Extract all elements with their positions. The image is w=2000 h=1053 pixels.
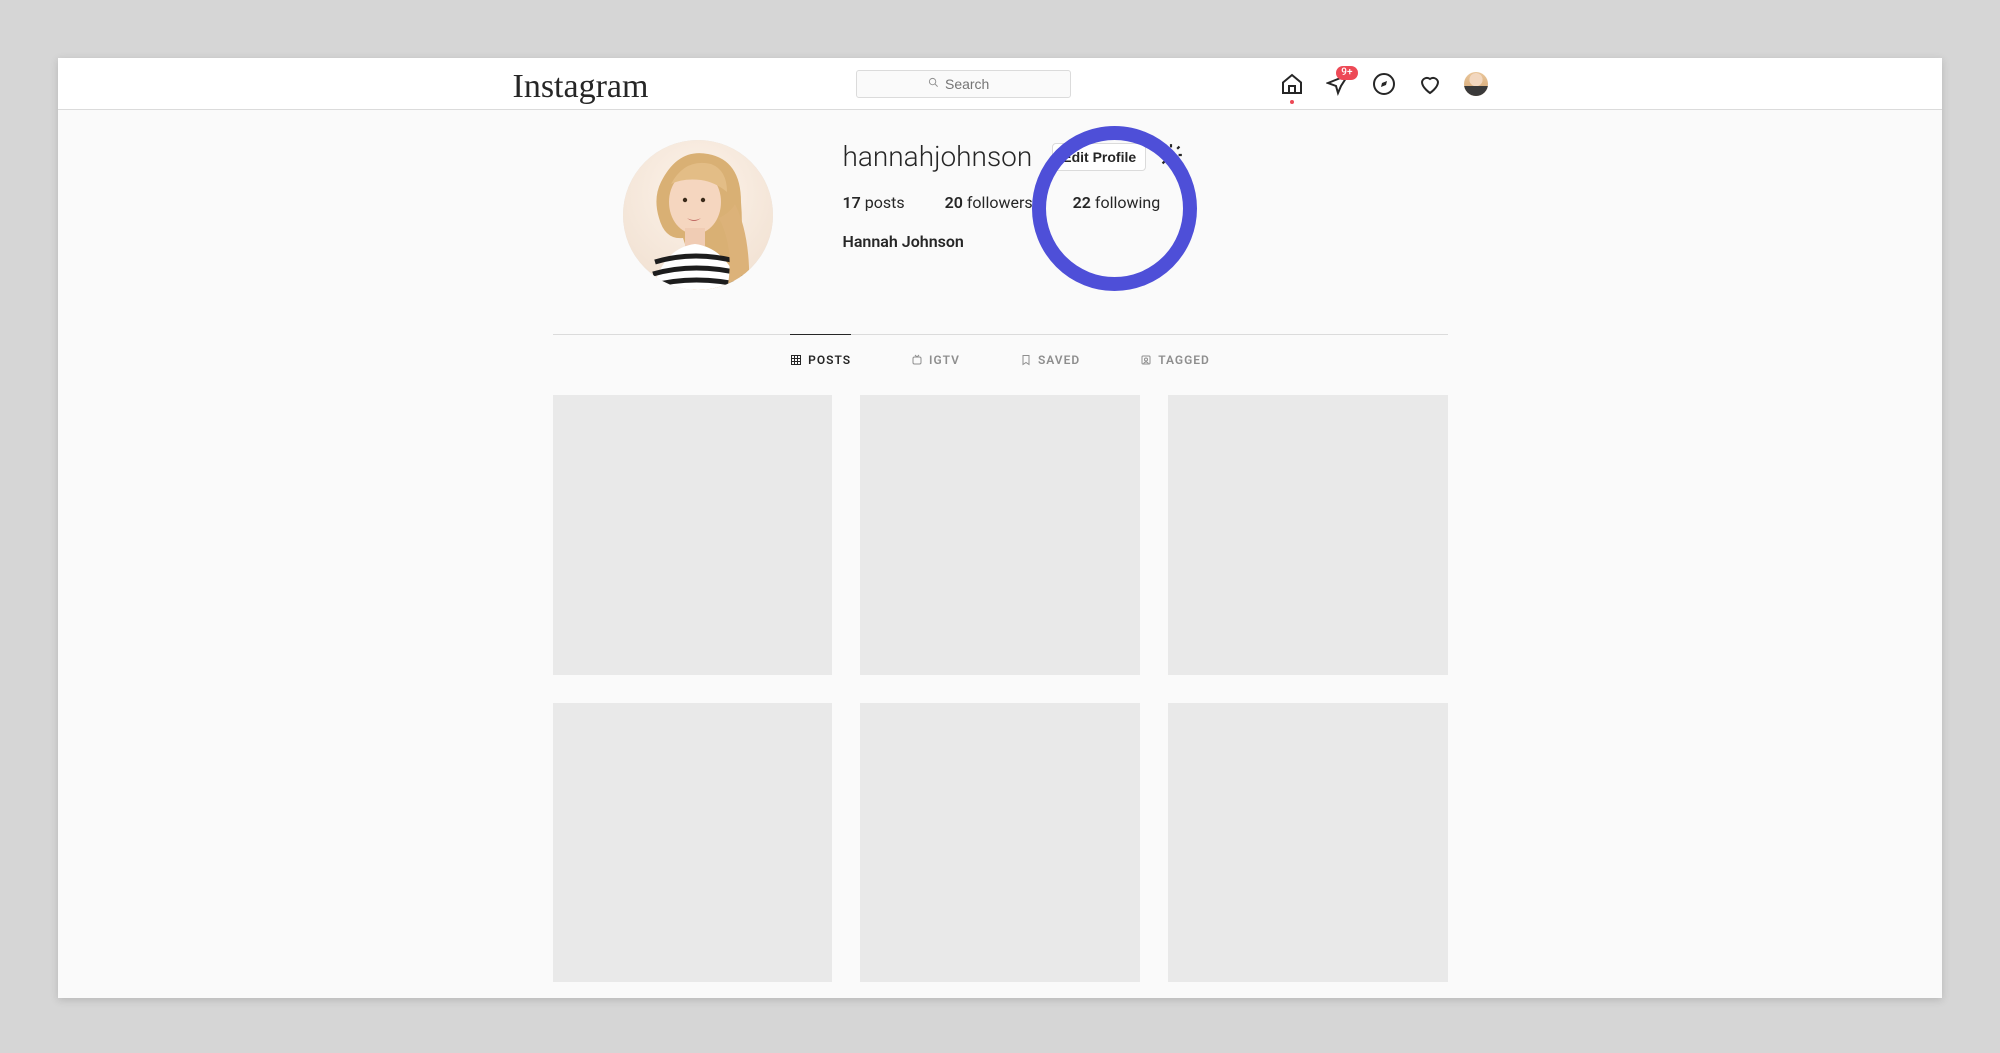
- tab-tagged[interactable]: TAGGED: [1140, 334, 1210, 385]
- tab-igtv[interactable]: IGTV: [911, 334, 960, 385]
- home-notification-dot: [1290, 100, 1294, 104]
- navbar: Instagram 9+: [58, 58, 1942, 110]
- profile-display-name: Hannah Johnson: [843, 232, 1448, 251]
- tab-igtv-label: IGTV: [929, 353, 960, 367]
- stat-followers-label: followers: [967, 193, 1033, 212]
- activity-heart-icon[interactable]: [1418, 72, 1442, 96]
- instagram-logo[interactable]: Instagram: [513, 68, 649, 106]
- edit-profile-button[interactable]: Edit Profile: [1052, 143, 1146, 171]
- messages-icon[interactable]: 9+: [1326, 72, 1350, 96]
- post-grid: [553, 395, 1448, 998]
- search-input[interactable]: [945, 76, 1000, 92]
- bookmark-icon: [1020, 354, 1032, 366]
- tab-tagged-label: TAGGED: [1158, 353, 1210, 367]
- settings-gear-icon[interactable]: [1158, 142, 1184, 172]
- home-icon[interactable]: [1280, 72, 1304, 96]
- profile-avatar[interactable]: [623, 140, 773, 290]
- post-tile[interactable]: [860, 395, 1140, 675]
- search-icon: [928, 77, 939, 91]
- messages-badge: 9+: [1336, 66, 1357, 80]
- profile-stats: 17 posts 20 followers 22 following: [843, 193, 1448, 212]
- tab-posts-label: POSTS: [808, 353, 851, 367]
- tagged-icon: [1140, 354, 1152, 366]
- app-frame: Instagram 9+: [58, 58, 1942, 998]
- search-box[interactable]: [856, 70, 1071, 98]
- profile-row-username: hannahjohnson Edit Profile: [843, 140, 1448, 173]
- nav-avatar[interactable]: [1464, 72, 1488, 96]
- navbar-inner: Instagram 9+: [513, 62, 1488, 106]
- post-tile[interactable]: [1168, 395, 1448, 675]
- stat-posts-count: 17: [843, 193, 861, 212]
- nav-icons: 9+: [1280, 72, 1488, 96]
- post-tile[interactable]: [553, 703, 833, 983]
- grid-icon: [790, 354, 802, 366]
- profile-username: hannahjohnson: [843, 140, 1033, 173]
- tab-saved[interactable]: SAVED: [1020, 334, 1080, 385]
- post-tile[interactable]: [860, 703, 1140, 983]
- stat-followers-count: 20: [945, 193, 963, 212]
- tab-posts[interactable]: POSTS: [790, 334, 851, 385]
- profile-info: hannahjohnson Edit Profile 17 posts: [843, 140, 1448, 290]
- avatar-thumbnail: [1464, 72, 1488, 96]
- post-tile[interactable]: [1168, 703, 1448, 983]
- igtv-icon: [911, 354, 923, 366]
- stat-followers[interactable]: 20 followers: [945, 193, 1033, 212]
- profile-header: hannahjohnson Edit Profile 17 posts: [553, 140, 1448, 290]
- stat-following-count: 22: [1073, 193, 1091, 212]
- explore-icon[interactable]: [1372, 72, 1396, 96]
- stat-posts-label: posts: [865, 193, 905, 212]
- avatar-column: [553, 140, 843, 290]
- stat-posts: 17 posts: [843, 193, 905, 212]
- tab-saved-label: SAVED: [1038, 353, 1080, 367]
- stat-following[interactable]: 22 following: [1073, 193, 1161, 212]
- profile-container: hannahjohnson Edit Profile 17 posts: [533, 110, 1468, 998]
- stat-following-label: following: [1095, 193, 1160, 212]
- post-tile[interactable]: [553, 395, 833, 675]
- profile-tabs: POSTS IGTV SAVED TAGGED: [553, 335, 1448, 385]
